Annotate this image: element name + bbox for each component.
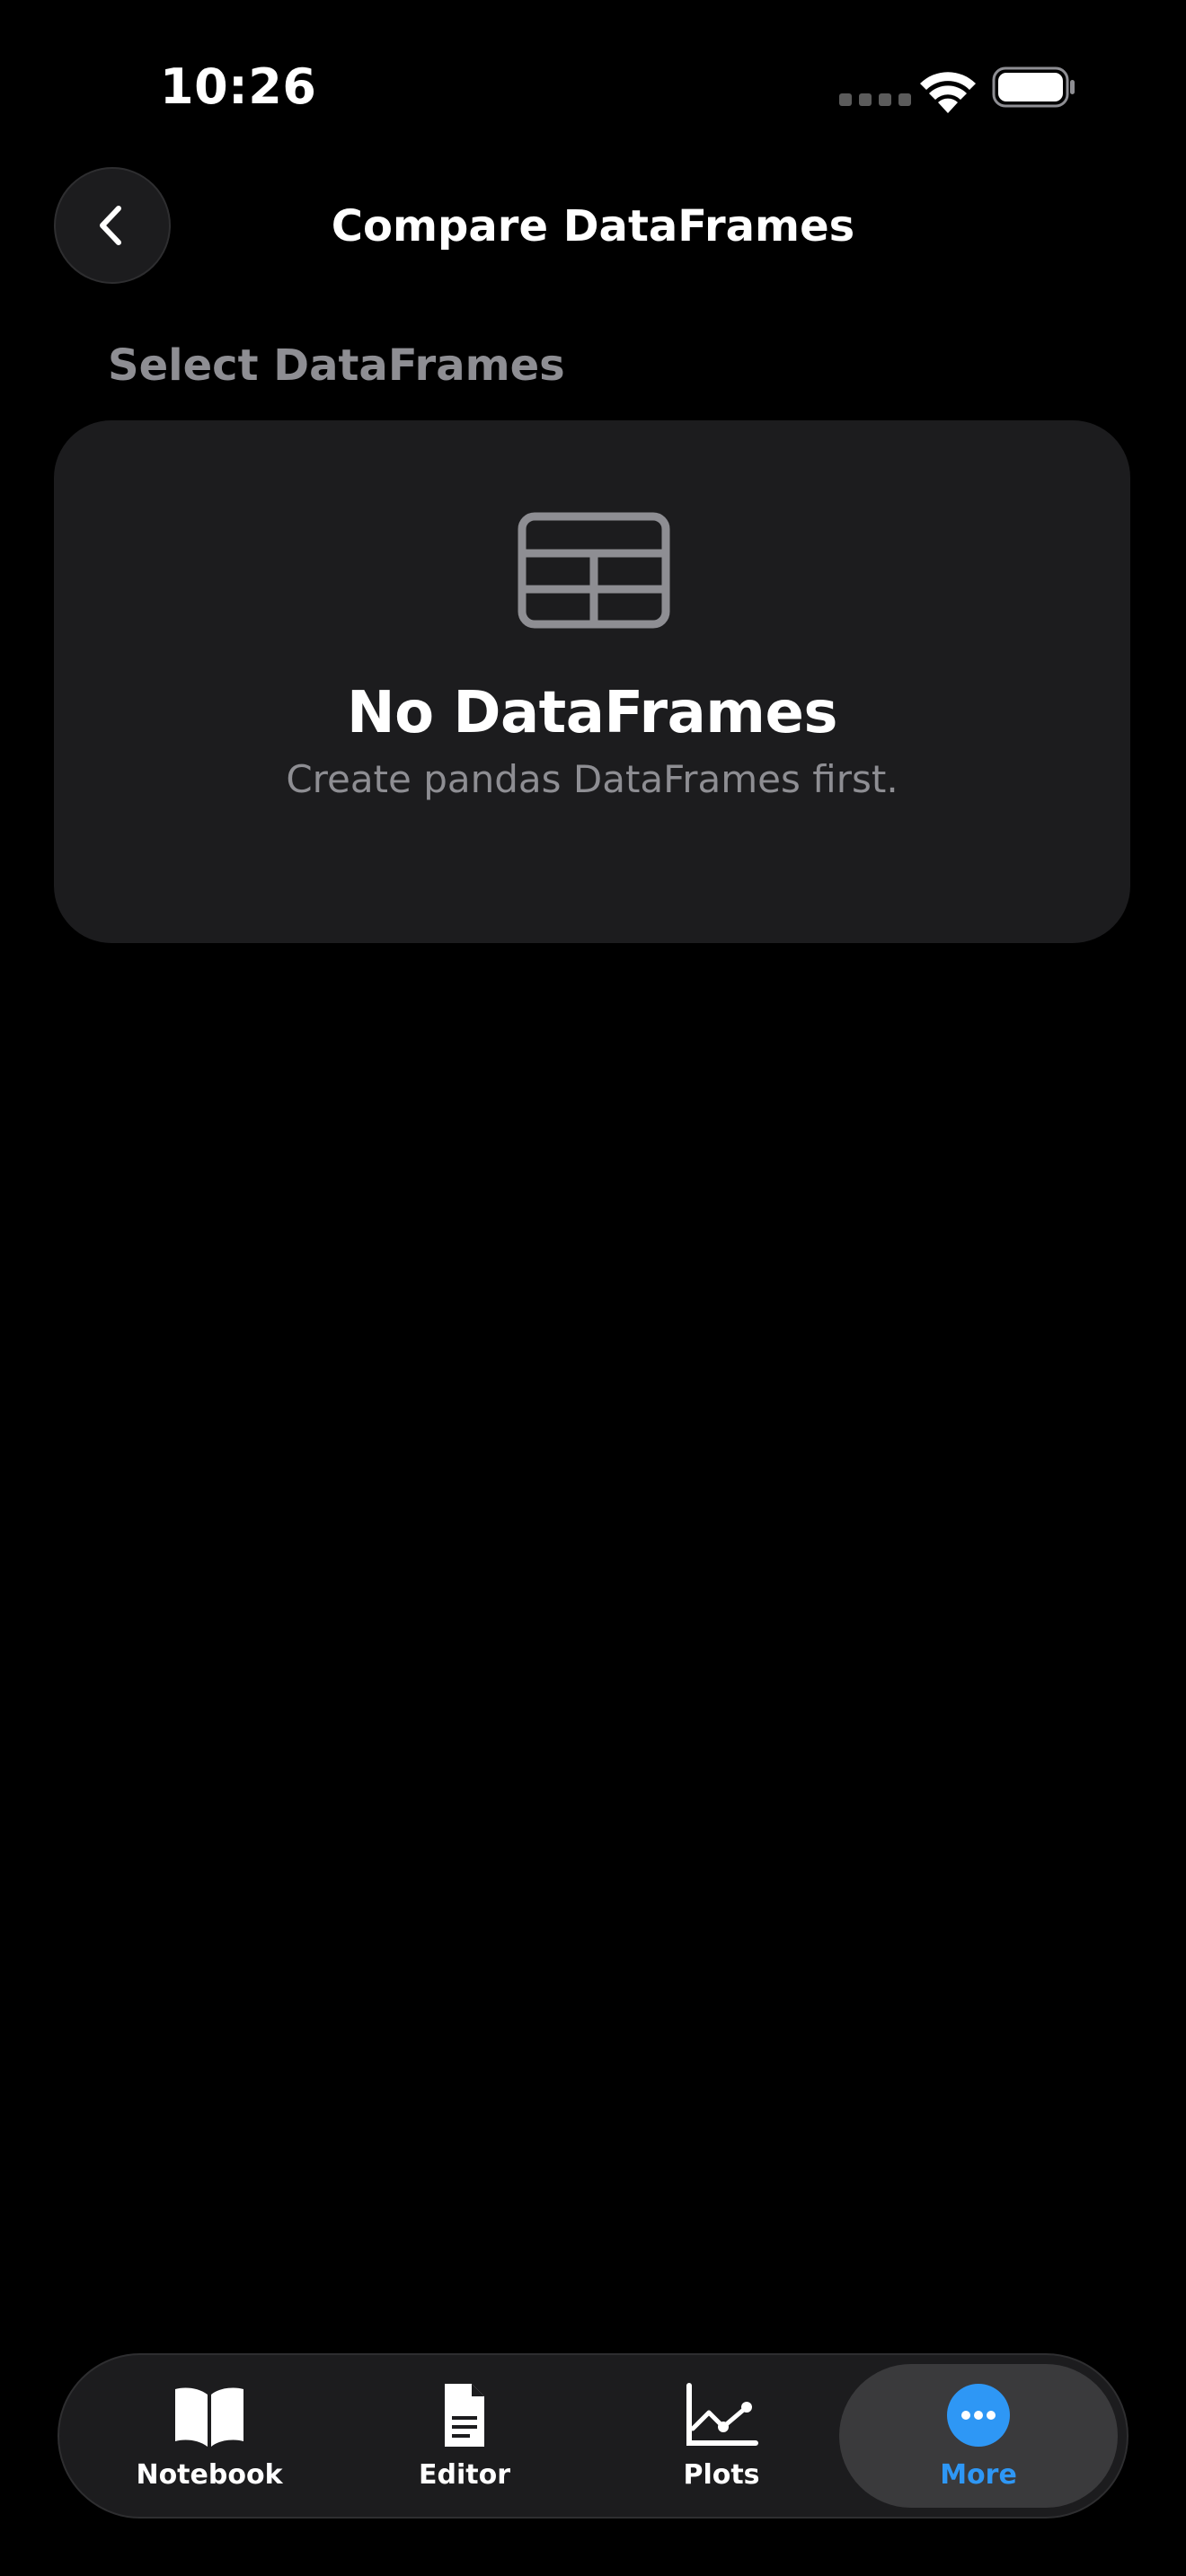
- status-time: 10:26: [160, 58, 317, 115]
- book-icon: [175, 2387, 243, 2447]
- section-header: Select DataFrames: [108, 340, 565, 391]
- tab-plots[interactable]: Plots: [593, 2355, 850, 2517]
- tab-label: Editor: [419, 2459, 510, 2491]
- battery-icon: [992, 66, 1075, 108]
- chevron-left-icon: [100, 206, 121, 245]
- cellular-signal-icon: [839, 93, 911, 106]
- tab-bar: Notebook Editor Plots More: [58, 2353, 1128, 2519]
- empty-state-title: No DataFrames: [347, 680, 837, 746]
- tab-label: More: [940, 2459, 1017, 2491]
- tab-editor[interactable]: Editor: [336, 2355, 593, 2517]
- wifi-icon: [920, 72, 976, 113]
- tab-more[interactable]: More: [839, 2364, 1118, 2508]
- line-chart-icon: [686, 2383, 758, 2446]
- table-icon: [518, 512, 670, 629]
- page-title: Compare DataFrames: [331, 201, 855, 251]
- empty-state-card: No DataFrames Create pandas DataFrames f…: [54, 420, 1130, 943]
- tab-label: Notebook: [136, 2459, 283, 2491]
- tab-notebook[interactable]: Notebook: [81, 2355, 338, 2517]
- tab-label: Plots: [683, 2459, 760, 2491]
- more-icon: [947, 2384, 1010, 2447]
- document-icon: [445, 2384, 484, 2447]
- back-button[interactable]: [54, 167, 171, 284]
- empty-state-subtitle: Create pandas DataFrames first.: [286, 757, 898, 801]
